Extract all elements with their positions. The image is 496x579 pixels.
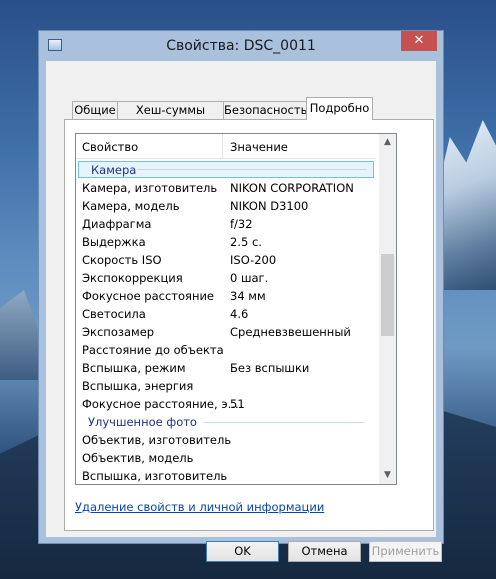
list-item[interactable]: Выдержка 2.5 с. bbox=[76, 233, 376, 251]
apply-button[interactable]: Применить bbox=[369, 541, 442, 562]
property-value: f/32 bbox=[230, 217, 253, 231]
list-item[interactable]: Скорость ISO ISO-200 bbox=[76, 251, 376, 269]
tab-general[interactable]: Общие bbox=[72, 101, 118, 119]
column-header-property[interactable]: Свойство bbox=[82, 140, 138, 154]
column-separator[interactable] bbox=[222, 134, 223, 158]
cancel-button[interactable]: Отмена bbox=[288, 541, 361, 562]
list-item[interactable]: Вспышка, режим Без вспышки bbox=[76, 359, 376, 377]
group-divider bbox=[204, 422, 364, 423]
scroll-thumb[interactable] bbox=[381, 254, 394, 336]
property-name: Светосила bbox=[82, 307, 146, 321]
ok-button[interactable]: OK bbox=[206, 541, 279, 562]
list-item[interactable]: Вспышка, энергия bbox=[76, 377, 376, 395]
property-name: Диафрагма bbox=[82, 217, 152, 231]
group-header-enhanced-photo[interactable]: Улучшенное фото bbox=[76, 413, 376, 431]
property-value: NIKON CORPORATION bbox=[230, 181, 354, 195]
properties-dialog: Свойства: DSC_0011 ✕ Общие Хеш-суммы фай… bbox=[38, 30, 444, 562]
property-value: 0 шаг. bbox=[230, 271, 269, 285]
desktop-mountain-left bbox=[0, 290, 40, 380]
property-value: 51 bbox=[230, 397, 245, 411]
group-divider bbox=[137, 169, 367, 170]
window-title: Свойства: DSC_0011 bbox=[166, 38, 316, 54]
details-panel: Свойство Значение Камера Камера, изготов… bbox=[64, 119, 434, 531]
property-name: Вспышка, изготовитель bbox=[82, 469, 228, 483]
list-item[interactable]: Расстояние до объекта bbox=[76, 341, 376, 359]
property-value: 2.5 с. bbox=[230, 235, 262, 249]
group-title: Улучшенное фото bbox=[88, 415, 197, 429]
list-item[interactable]: Диафрагма f/32 bbox=[76, 215, 376, 233]
list-item[interactable]: Вспышка, изготовитель bbox=[76, 467, 376, 484]
title-bar[interactable]: Свойства: DSC_0011 ✕ bbox=[39, 31, 443, 61]
property-name: Выдержка bbox=[82, 235, 146, 249]
property-value: Без вспышки bbox=[230, 361, 310, 375]
list-item[interactable]: Экспозамер Средневзвешенный bbox=[76, 323, 376, 341]
property-name: Объектив, модель bbox=[82, 451, 194, 465]
list-item[interactable]: Объектив, изготовитель bbox=[76, 431, 376, 449]
tab-hashes[interactable]: Хеш-суммы файлов bbox=[117, 101, 224, 134]
property-value: NIKON D3100 bbox=[230, 199, 309, 213]
list-item[interactable]: Камера, модель NIKON D3100 bbox=[76, 197, 376, 215]
property-name: Экспозамер bbox=[82, 325, 155, 339]
scroll-down-arrow-icon[interactable]: ▼ bbox=[379, 467, 396, 484]
column-header-value[interactable]: Значение bbox=[230, 140, 288, 154]
property-name: Камера, модель bbox=[82, 199, 180, 213]
remove-properties-link[interactable]: Удаление свойств и личной информации bbox=[75, 500, 324, 514]
group-header-camera[interactable]: Камера bbox=[78, 161, 374, 178]
tab-security[interactable]: Безопасность bbox=[223, 101, 307, 119]
property-value: ISO-200 bbox=[230, 253, 277, 267]
property-value: 4.6 bbox=[230, 307, 249, 321]
property-name: Вспышка, режим bbox=[82, 361, 186, 375]
property-name: Скорость ISO bbox=[82, 253, 162, 267]
property-name: Экспокоррекция bbox=[82, 271, 183, 285]
list-item[interactable]: Объектив, модель bbox=[76, 449, 376, 467]
property-name: Вспышка, энергия bbox=[82, 379, 194, 393]
property-name: Объектив, изготовитель bbox=[82, 433, 232, 447]
property-name: Фокусное расстояние, э... bbox=[82, 397, 239, 411]
property-name: Камера, изготовитель bbox=[82, 181, 218, 195]
property-value: 34 мм bbox=[230, 289, 266, 303]
vertical-scrollbar[interactable]: ▲ ▼ bbox=[379, 134, 396, 484]
list-item[interactable]: Фокусное расстояние, э... 51 bbox=[76, 395, 376, 413]
property-name: Расстояние до объекта bbox=[82, 343, 224, 357]
tab-details[interactable]: Подробно bbox=[306, 97, 373, 120]
property-name: Фокусное расстояние bbox=[82, 289, 215, 303]
dialog-client-area: Общие Хеш-суммы файлов Безопасность Подр… bbox=[46, 61, 442, 562]
property-value: Средневзвешенный bbox=[230, 325, 351, 339]
properties-list[interactable]: Свойство Значение Камера Камера, изготов… bbox=[75, 133, 397, 485]
list-item[interactable]: Экспокоррекция 0 шаг. bbox=[76, 269, 376, 287]
list-item[interactable]: Фокусное расстояние 34 мм bbox=[76, 287, 376, 305]
scroll-up-arrow-icon[interactable]: ▲ bbox=[379, 134, 396, 151]
list-header: Свойство Значение bbox=[76, 134, 376, 159]
list-item[interactable]: Камера, изготовитель NIKON CORPORATION bbox=[76, 179, 376, 197]
group-title: Камера bbox=[91, 163, 137, 177]
list-item[interactable]: Светосила 4.6 bbox=[76, 305, 376, 323]
property-rows: Камера, изготовитель NIKON CORPORATION Ка… bbox=[76, 179, 376, 484]
close-button[interactable]: ✕ bbox=[401, 31, 437, 51]
